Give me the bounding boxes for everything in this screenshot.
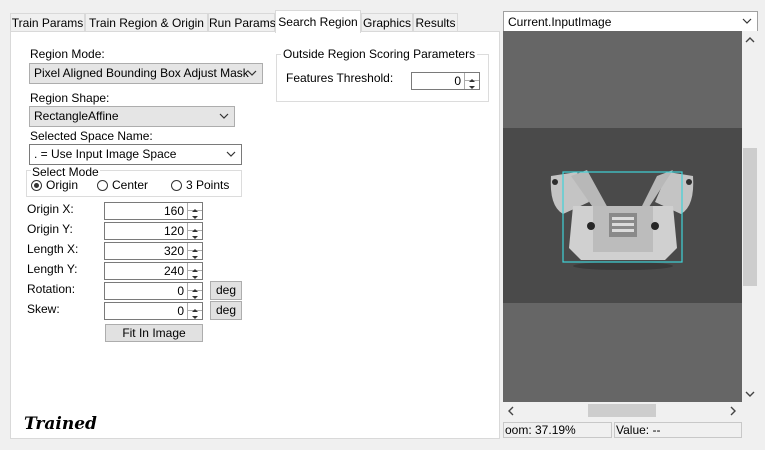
spin-up-icon[interactable] [465, 73, 479, 82]
rotation-unit-button[interactable]: deg [210, 281, 242, 300]
rotation-field[interactable]: 0 [104, 282, 203, 300]
selected-space-label: Selected Space Name: [30, 129, 153, 143]
scroll-left-icon[interactable] [507, 406, 515, 416]
tab-train-params[interactable]: Train Params [10, 13, 85, 32]
region-shape-value: RectangleAffine [34, 109, 119, 123]
skew-field[interactable]: 0 [104, 302, 203, 320]
spin-up-icon[interactable] [188, 243, 202, 252]
region-shape-label: Region Shape: [30, 91, 110, 105]
features-threshold-value: 0 [454, 74, 461, 88]
region-mode-label: Region Mode: [30, 47, 105, 61]
radio-3-points[interactable]: 3 Points [171, 178, 229, 192]
radio-3-points-label: 3 Points [186, 178, 230, 192]
origin-y-field[interactable]: 120 [104, 222, 203, 240]
radio-origin[interactable]: Origin [31, 178, 78, 192]
spin-up-icon[interactable] [188, 263, 202, 272]
part-image [550, 170, 694, 270]
spinner [464, 73, 479, 89]
rotation-label: Rotation: [27, 282, 76, 296]
origin-y-label: Origin Y: [27, 222, 73, 236]
spin-up-icon[interactable] [188, 203, 202, 212]
radio-center[interactable]: Center [97, 178, 148, 192]
spinner [187, 243, 202, 259]
region-shape-combo[interactable]: RectangleAffine [29, 106, 235, 127]
zoom-readout: oom: 37.19% [503, 422, 612, 438]
skew-value: 0 [177, 304, 184, 318]
spin-up-icon[interactable] [188, 223, 202, 232]
spin-down-icon[interactable] [188, 291, 202, 299]
length-x-field[interactable]: 320 [104, 242, 203, 260]
radio-origin-label: Origin [46, 178, 79, 192]
radio-center-label: Center [112, 178, 149, 192]
spinner [187, 223, 202, 239]
origin-x-value: 160 [163, 204, 184, 218]
selected-space-value: . = Use Input Image Space [34, 147, 177, 161]
spinner [187, 283, 202, 299]
origin-x-field[interactable]: 160 [104, 202, 203, 220]
image-display[interactable] [503, 31, 742, 402]
length-x-label: Length X: [27, 242, 79, 256]
skew-label: Skew: [27, 302, 60, 316]
length-x-value: 320 [163, 244, 184, 258]
tab-graphics[interactable]: Graphics [361, 13, 413, 32]
spinner [187, 203, 202, 219]
vertical-scrollbar[interactable] [742, 31, 758, 402]
scrollbar-corner [742, 402, 758, 419]
spin-down-icon[interactable] [188, 231, 202, 239]
outside-scoring-title: Outside Region Scoring Parameters [281, 47, 478, 61]
horizontal-scroll-thumb[interactable] [588, 404, 656, 417]
skew-unit-button[interactable]: deg [210, 301, 242, 320]
pixel-value-readout: Value: -- [614, 422, 742, 438]
tab-search-region[interactable]: Search Region [275, 10, 361, 33]
rotation-value: 0 [177, 284, 184, 298]
spinner [187, 263, 202, 279]
spin-down-icon[interactable] [188, 251, 202, 259]
chevron-down-icon [219, 113, 229, 119]
select-mode-label: Select Mode [31, 165, 100, 179]
vertical-scroll-thumb[interactable] [743, 148, 757, 286]
spin-up-icon[interactable] [188, 303, 202, 312]
spinner [187, 303, 202, 319]
region-mode-combo[interactable]: Pixel Aligned Bounding Box Adjust Mask [29, 63, 263, 84]
chevron-down-icon [247, 70, 257, 76]
features-threshold-field[interactable]: 0 [411, 72, 480, 90]
spin-up-icon[interactable] [188, 283, 202, 292]
radio-indicator [97, 180, 108, 191]
image-selector-combo[interactable]: Current.InputImage [503, 11, 758, 32]
scroll-up-icon[interactable] [745, 36, 755, 44]
tab-results[interactable]: Results [413, 13, 458, 32]
tab-run-params[interactable]: Run Params [208, 13, 276, 32]
radio-indicator [171, 180, 182, 191]
trained-status: Trained [24, 414, 97, 434]
length-y-value: 240 [163, 264, 184, 278]
features-threshold-label: Features Threshold: [286, 71, 394, 85]
camera-image [503, 128, 742, 303]
chevron-down-icon [742, 18, 752, 24]
origin-x-label: Origin X: [27, 202, 74, 216]
region-mode-value: Pixel Aligned Bounding Box Adjust Mask [34, 66, 249, 80]
length-y-field[interactable]: 240 [104, 262, 203, 280]
horizontal-scrollbar[interactable] [503, 402, 742, 419]
tab-strip: Train Params Train Region & Origin Run P… [10, 10, 500, 33]
image-status-bar: oom: 37.19% Value: -- [503, 420, 758, 440]
chevron-down-icon [226, 151, 236, 157]
spin-down-icon[interactable] [188, 211, 202, 219]
selected-space-combo[interactable]: . = Use Input Image Space [29, 144, 242, 165]
tab-train-region-origin[interactable]: Train Region & Origin [85, 13, 208, 32]
image-selector-value: Current.InputImage [508, 15, 612, 29]
scroll-down-icon[interactable] [745, 390, 755, 398]
fit-in-image-button[interactable]: Fit In Image [105, 324, 203, 342]
length-y-label: Length Y: [27, 262, 78, 276]
radio-selected-indicator [31, 180, 42, 191]
spin-down-icon[interactable] [188, 271, 202, 279]
scroll-right-icon[interactable] [729, 406, 737, 416]
spin-down-icon[interactable] [188, 311, 202, 319]
spin-down-icon[interactable] [465, 81, 479, 89]
origin-y-value: 120 [163, 224, 184, 238]
